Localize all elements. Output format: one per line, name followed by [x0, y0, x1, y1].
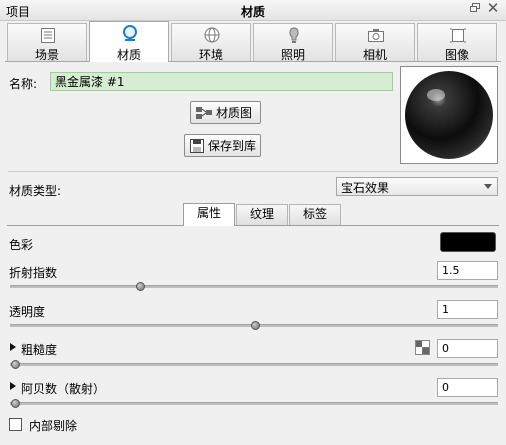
tab-label: 环境 — [198, 48, 223, 62]
abbe-input[interactable]: 0 — [437, 378, 498, 397]
environment-icon — [204, 27, 220, 43]
tab-environment[interactable]: 环境 — [171, 23, 251, 62]
roughness-input[interactable]: 0 — [437, 339, 498, 358]
subtab-label: 属性 — [196, 206, 221, 220]
tab-camera[interactable]: 相机 — [335, 23, 415, 62]
material-graph-button[interactable]: 材质图 — [190, 101, 261, 124]
roughness-slider-track[interactable] — [10, 363, 498, 366]
ior-slider-thumb[interactable] — [135, 282, 145, 291]
title-bar: 材质 项目 ✕ — [0, 0, 506, 21]
preview-sphere — [405, 71, 493, 159]
tab-label: 相机 — [362, 48, 387, 62]
subtab-label: 纹理 — [249, 207, 274, 221]
node-graph-icon — [196, 106, 212, 119]
material-type-value: 宝石效果 — [341, 181, 390, 195]
save-to-library-button[interactable]: 保存到库 — [184, 134, 261, 157]
material-name-input[interactable] — [50, 72, 393, 91]
tab-label: 照明 — [280, 48, 305, 62]
roughness-slider-thumb[interactable] — [11, 360, 20, 369]
inner-remove-checkbox[interactable] — [9, 418, 22, 431]
subtab-texture[interactable]: 纹理 — [236, 204, 288, 225]
lighting-icon — [289, 27, 299, 43]
close-icon[interactable]: ✕ — [486, 1, 500, 16]
color-swatch[interactable] — [440, 232, 496, 252]
tab-label: 图像 — [444, 48, 469, 62]
color-label: 色彩 — [9, 238, 34, 252]
material-preview — [400, 66, 498, 164]
chevron-down-icon — [484, 184, 492, 189]
expand-arrow-icon[interactable] — [10, 343, 16, 351]
tab-material[interactable]: 材质 — [89, 21, 169, 62]
material-icon — [123, 25, 137, 41]
inner-remove-label: 内部剔除 — [29, 419, 78, 433]
camera-icon — [368, 29, 384, 42]
name-label: 名称: — [9, 77, 38, 91]
image-icon — [450, 28, 466, 43]
ior-slider-track[interactable] — [10, 285, 498, 288]
tab-image[interactable]: 图像 — [417, 23, 497, 62]
texture-map-icon[interactable] — [415, 340, 430, 355]
subtab-label: 标签 — [302, 207, 327, 221]
save-to-library-label: 保存到库 — [208, 139, 257, 153]
expand-arrow-icon[interactable] — [10, 382, 16, 390]
tab-lighting[interactable]: 照明 — [253, 23, 333, 62]
subtab-strip-line — [7, 225, 499, 226]
restore-icon[interactable] — [470, 3, 480, 12]
window-title: 材质 — [240, 5, 265, 19]
tab-label: 场景 — [34, 48, 59, 62]
ior-input[interactable]: 1.5 — [437, 261, 498, 280]
material-graph-label: 材质图 — [216, 106, 253, 120]
transparency-label: 透明度 — [9, 305, 46, 319]
save-icon — [190, 138, 204, 153]
tab-label: 材质 — [116, 48, 141, 62]
subtab-properties[interactable]: 属性 — [183, 203, 235, 226]
material-type-dropdown[interactable]: 宝石效果 — [336, 177, 498, 196]
ior-label: 折射指数 — [9, 266, 58, 280]
divider — [8, 171, 498, 172]
subtab-labels[interactable]: 标签 — [289, 204, 341, 225]
material-type-label: 材质类型: — [9, 184, 62, 198]
abbe-slider-track[interactable] — [10, 402, 498, 405]
abbe-label: 阿贝数（散射） — [21, 382, 106, 396]
project-label: 项目 — [6, 5, 31, 19]
tab-scene[interactable]: 场景 — [7, 23, 87, 62]
scene-icon — [41, 28, 55, 43]
transparency-input[interactable]: 1 — [437, 300, 498, 319]
roughness-label: 粗糙度 — [21, 343, 58, 357]
transparency-slider-thumb[interactable] — [250, 321, 260, 330]
abbe-slider-thumb[interactable] — [11, 399, 20, 408]
